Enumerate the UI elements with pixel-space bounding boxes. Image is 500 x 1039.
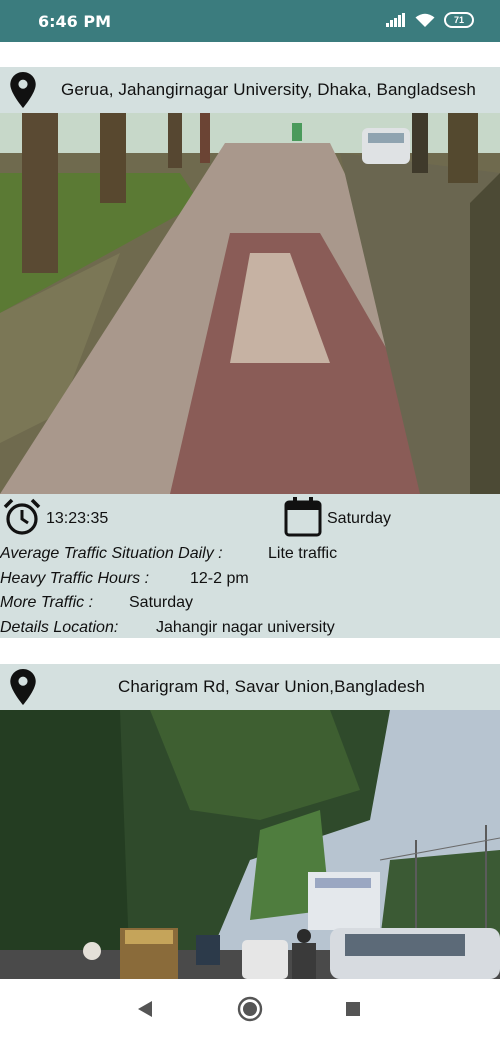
- location-header: Gerua, Jahangirnagar University, Dhaka, …: [0, 67, 500, 113]
- heavy-hours-value: 12-2 pm: [190, 570, 249, 587]
- map-pin-icon: [10, 669, 36, 705]
- status-time: 6:46 PM: [38, 12, 112, 31]
- road-photo: [0, 710, 500, 979]
- status-icons: 71: [386, 12, 474, 28]
- traffic-info: 13:23:35 Saturday Average Traffic Situat…: [0, 494, 500, 638]
- more-traffic-value: Saturday: [129, 594, 194, 611]
- location-card[interactable]: Charigram Rd, Savar Union,Bangladesh: [0, 664, 500, 979]
- wifi-icon: [415, 13, 435, 27]
- location-title: Gerua, Jahangirnagar University, Dhaka, …: [61, 80, 476, 99]
- location-title: Charigram Rd, Savar Union,Bangladesh: [118, 677, 425, 696]
- avg-traffic-value: Lite traffic: [268, 545, 338, 562]
- more-traffic-label: More Traffic :: [0, 594, 94, 611]
- traffic-feed[interactable]: Gerua, Jahangirnagar University, Dhaka, …: [0, 42, 500, 979]
- report-day: Saturday: [327, 510, 392, 527]
- location-card[interactable]: Gerua, Jahangirnagar University, Dhaka, …: [0, 67, 500, 638]
- status-bar: 6:46 PM 71: [0, 0, 500, 42]
- battery-icon: 71: [444, 12, 474, 28]
- avg-traffic-label: Average Traffic Situation Daily :: [0, 545, 223, 562]
- details-location-label: Details Location:: [0, 619, 119, 636]
- back-triangle-icon[interactable]: [136, 1000, 154, 1018]
- system-nav-bar: [0, 979, 500, 1039]
- recents-square-icon[interactable]: [345, 1001, 361, 1017]
- calendar-icon: [284, 497, 322, 537]
- report-time: 13:23:35: [46, 510, 109, 527]
- home-circle-icon[interactable]: [237, 996, 263, 1022]
- heavy-hours-label: Heavy Traffic Hours :: [0, 570, 150, 587]
- location-header: Charigram Rd, Savar Union,Bangladesh: [0, 664, 500, 710]
- map-pin-icon: [10, 72, 36, 108]
- signal-icon: [386, 13, 405, 27]
- details-location-value: Jahangir nagar university: [156, 619, 335, 636]
- alarm-clock-icon: [3, 498, 41, 535]
- road-photo: [0, 113, 500, 494]
